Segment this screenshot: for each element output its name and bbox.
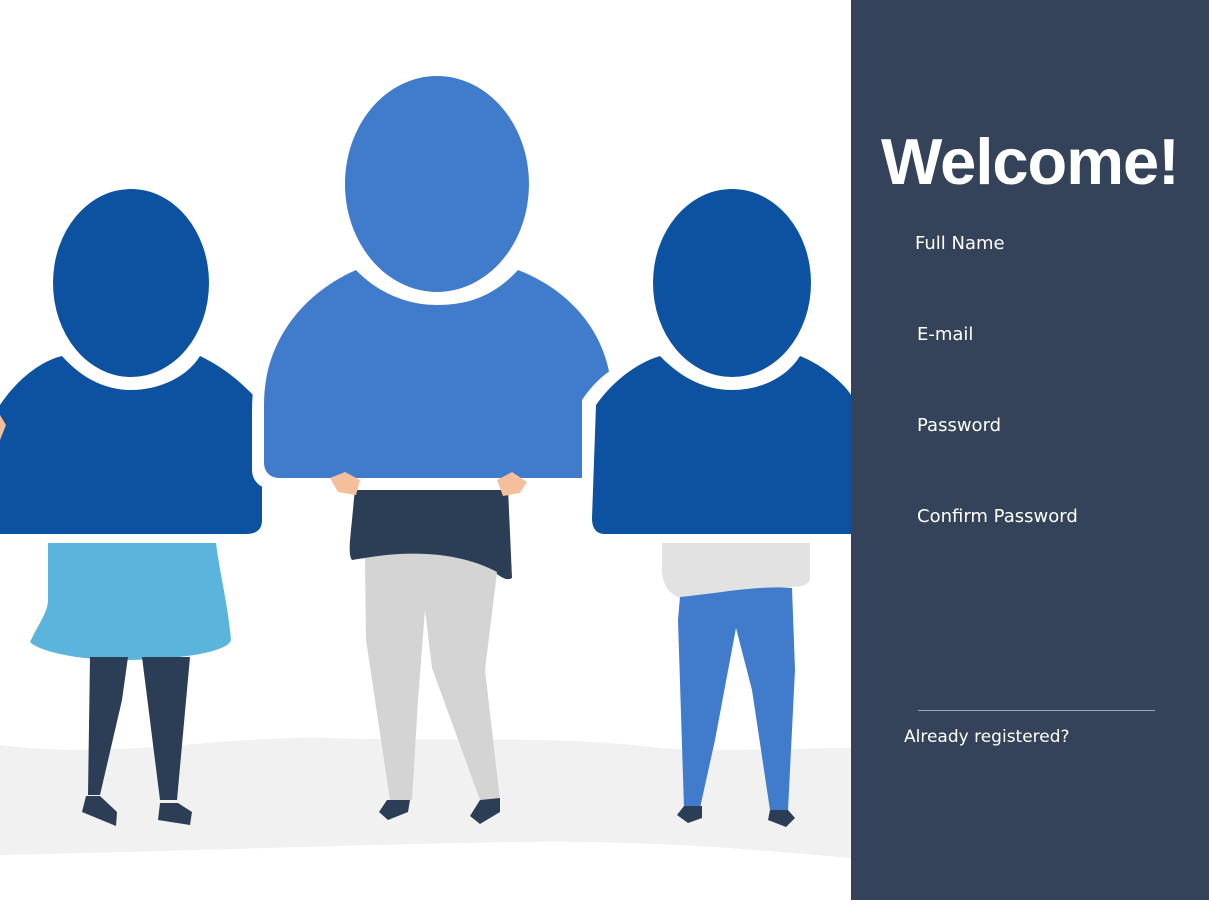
signup-panel: Welcome! Full Name E-mail Password Confi… [851, 0, 1209, 900]
password-input[interactable] [917, 441, 1157, 465]
middle-person [252, 76, 624, 824]
welcome-title: Welcome! [881, 125, 1180, 198]
password-label: Password [917, 415, 1002, 436]
full-name-label: Full Name [915, 233, 1005, 254]
already-registered-link[interactable]: Already registered? [904, 727, 1070, 747]
password-field[interactable]: Password [917, 415, 1167, 465]
full-name-field[interactable]: Full Name [915, 233, 1165, 283]
people-illustration [0, 0, 851, 900]
confirm-password-input[interactable] [917, 532, 1157, 556]
divider [918, 710, 1155, 711]
full-name-input[interactable] [915, 259, 1155, 283]
left-person [0, 189, 262, 826]
email-input[interactable] [917, 350, 1157, 374]
right-person [582, 189, 851, 827]
ground-shape [0, 737, 851, 858]
confirm-password-label: Confirm Password [917, 506, 1078, 527]
email-field[interactable]: E-mail [917, 324, 1167, 374]
confirm-password-field[interactable]: Confirm Password [917, 506, 1167, 556]
email-label: E-mail [917, 324, 974, 345]
bottom-strip [0, 900, 1209, 915]
people-holding-user-icons-illustration [0, 76, 851, 858]
